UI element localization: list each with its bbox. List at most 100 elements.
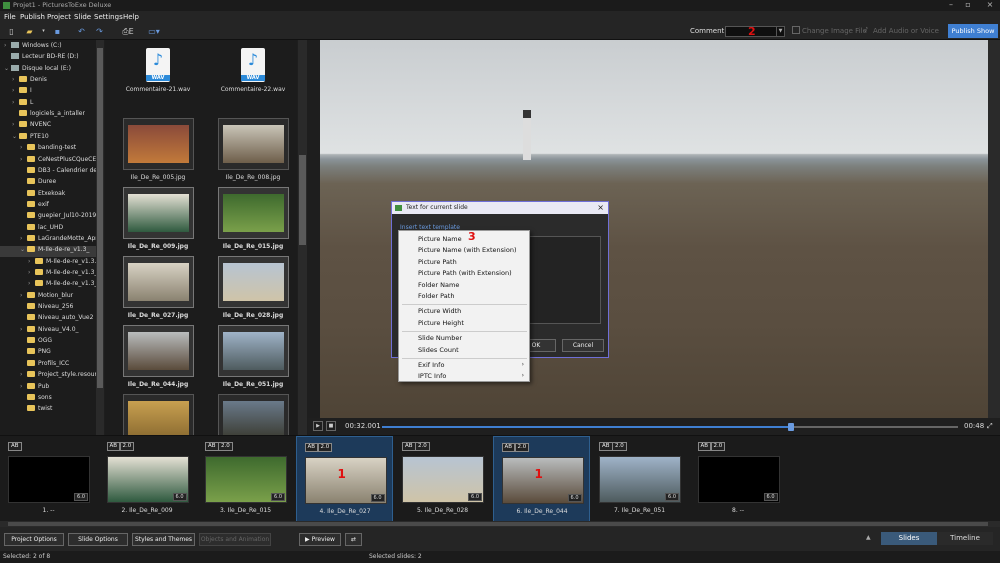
file-thumbnail[interactable] [122, 394, 194, 435]
tree-item[interactable]: Lecteur BD-RE (D:) [0, 53, 96, 64]
file-thumbnail[interactable] [122, 187, 194, 239]
tree-item[interactable]: Niveau_256 [0, 303, 96, 314]
slide-item[interactable]: AB 2.0 6.0 5. Ile_De_Re_028 [394, 436, 491, 522]
tree-item[interactable]: guepier_Jul10-2019_5-4 [0, 212, 96, 223]
file-thumbnail[interactable] [217, 118, 289, 170]
file-thumbnail[interactable] [217, 325, 289, 377]
tree-item[interactable]: OGG [0, 337, 96, 348]
chevron-icon[interactable]: › [28, 269, 35, 276]
save-icon[interactable]: ▪ [52, 26, 63, 37]
print-icon[interactable]: ⎙E [118, 26, 138, 37]
transition-duration-badge[interactable]: 2.0 [710, 442, 726, 451]
menu-item-folder-name[interactable]: Folder Name [418, 281, 459, 289]
tree-item[interactable]: › Niveau_V4.0_ [0, 325, 96, 337]
tree-item[interactable]: › Project_style.resources [0, 371, 96, 382]
tree-item[interactable]: › banding-test [0, 144, 96, 155]
transition-badge[interactable]: AB [205, 442, 219, 451]
chevron-icon[interactable]: › [4, 42, 11, 49]
menu-slide[interactable]: Slide [74, 13, 91, 21]
chevron-icon[interactable]: › [28, 280, 35, 287]
maximize-icon[interactable]: ▫ [961, 0, 975, 9]
slide-item[interactable]: AB 2.0 6.0 8. -- [690, 436, 787, 522]
chevron-icon[interactable]: › [20, 292, 27, 299]
transition-badge[interactable]: AB [304, 443, 319, 452]
file-thumbnail[interactable] [122, 118, 194, 170]
chevron-icon[interactable]: › [12, 121, 19, 128]
tree-item[interactable]: PNG [0, 348, 96, 359]
chevron-icon[interactable]: › [20, 144, 27, 151]
menu-item-exif-info[interactable]: Exif Info [418, 361, 444, 369]
publish-show-button[interactable]: Publish Show [948, 24, 998, 38]
timeline-slider[interactable] [382, 423, 958, 431]
transition-badge[interactable]: AB [402, 442, 416, 451]
slide-item[interactable]: AB 2.0 6.0 3. Ile_De_Re_015 [197, 436, 294, 522]
transition-duration-badge[interactable]: 2.0 [415, 442, 430, 451]
tab-timeline[interactable]: Timeline [937, 532, 993, 545]
slide-options-button[interactable]: Slide Options [68, 533, 128, 546]
chevron-icon[interactable]: › [20, 235, 27, 242]
chevron-icon[interactable]: ⌄ [12, 133, 19, 140]
menu-item-picture-path[interactable]: Picture Path [418, 258, 457, 266]
add-audio-voice-button[interactable]: Add Audio or Voice [873, 27, 939, 35]
chevron-icon[interactable]: › [20, 156, 27, 163]
menu-item-picture-name[interactable]: Picture Name [418, 235, 462, 243]
chevron-icon[interactable]: › [12, 87, 19, 94]
redo-icon[interactable]: ↷ [94, 26, 105, 37]
tree-item[interactable]: ⌄ PTE10 [0, 132, 96, 144]
audio-file-item[interactable]: ♪ WAV Commentaire-22.wav [213, 48, 293, 93]
comment-dropdown[interactable]: 2 ▼ [725, 25, 785, 38]
tree-item[interactable]: ⌄ Disque local (E:) [0, 64, 96, 76]
tree-item[interactable]: Profils_ICC [0, 359, 96, 371]
transition-badge[interactable]: AB [599, 442, 613, 451]
tree-item[interactable]: sons [0, 393, 96, 405]
file-thumbnail[interactable] [217, 256, 289, 308]
transition-duration-badge[interactable]: 2.0 [514, 443, 530, 452]
menu-settings[interactable]: Settings [94, 13, 123, 21]
audio-file-item[interactable]: ♪ WAV Commentaire-21.wav [118, 48, 198, 93]
menu-item-picture-width[interactable]: Picture Width [418, 307, 461, 315]
chevron-icon[interactable]: › [20, 383, 27, 390]
chevron-icon[interactable]: › [20, 371, 27, 378]
menu-item-picture-name-with-extension[interactable]: Picture Name (with Extension) [418, 246, 517, 254]
image-file-item[interactable]: Ile_De_Re_005.jpg [118, 118, 198, 181]
slide-item[interactable]: AB 2.0 6.0 1 6. Ile_De_Re_044 [492, 436, 590, 522]
transition-duration-badge[interactable]: 2.0 [612, 442, 627, 451]
image-file-item[interactable] [118, 394, 198, 435]
menu-publish[interactable]: Publish [20, 13, 45, 21]
preview-scrollbar[interactable] [988, 40, 1000, 418]
image-file-item[interactable]: Ile_De_Re_044.jpg [118, 325, 198, 388]
transition-badge[interactable]: AB [8, 442, 22, 451]
tree-item[interactable]: › LaGrandeMotte_Apr26- [0, 234, 96, 246]
collapse-icon[interactable]: ▲ [866, 534, 871, 541]
transition-duration-badge[interactable]: 2.0 [317, 443, 333, 452]
slide-item[interactable]: AB 2.0 6.0 7. Ile_De_Re_051 [591, 436, 688, 522]
chevron-icon[interactable]: › [28, 258, 35, 265]
menu-item-picture-path-with-extension[interactable]: Picture Path (with Extension) [418, 269, 512, 277]
image-file-item[interactable]: Ile_De_Re_008.jpg [213, 118, 293, 181]
tree-item[interactable]: › Denis [0, 76, 96, 87]
slide-item[interactable]: AB 2.0 6.0 2. Ile_De_Re_009 [99, 436, 196, 522]
tree-item[interactable]: lac_UHD [0, 223, 96, 235]
change-image-file-button[interactable]: Change Image File [802, 27, 867, 35]
tree-item[interactable]: › L [0, 98, 96, 110]
cancel-button[interactable]: Cancel [562, 339, 604, 352]
tree-item[interactable]: logiciels_a_intaller [0, 110, 96, 121]
menu-item-slides-count[interactable]: Slides Count [418, 346, 459, 354]
open-folder-icon[interactable]: ▰ [24, 26, 35, 37]
close-icon[interactable]: × [983, 0, 997, 9]
transition-badge[interactable]: AB [106, 442, 121, 451]
open-dropdown-icon[interactable]: ▾ [38, 26, 49, 37]
styles-themes-button[interactable]: Styles and Themes [132, 533, 195, 546]
image-file-item[interactable]: Ile_De_Re_028.jpg [213, 256, 293, 319]
transition-duration-badge[interactable]: 2.0 [119, 442, 135, 451]
menu-item-picture-height[interactable]: Picture Height [418, 319, 464, 327]
tree-item[interactable]: › M-Ile-de-re_v1.3_10au [0, 280, 96, 291]
tree-item[interactable]: Duree [0, 178, 96, 189]
transition-badge[interactable]: AB [697, 442, 712, 451]
tab-slides[interactable]: Slides [881, 532, 937, 545]
transition-duration-badge[interactable]: 2.0 [218, 442, 233, 451]
slide-item[interactable]: AB 2.0 6.0 1 4. Ile_De_Re_027 [295, 436, 393, 522]
chevron-down-icon[interactable]: ▼ [776, 27, 784, 36]
file-thumbnail[interactable] [217, 394, 289, 435]
play-icon[interactable]: ▶ [313, 421, 323, 431]
